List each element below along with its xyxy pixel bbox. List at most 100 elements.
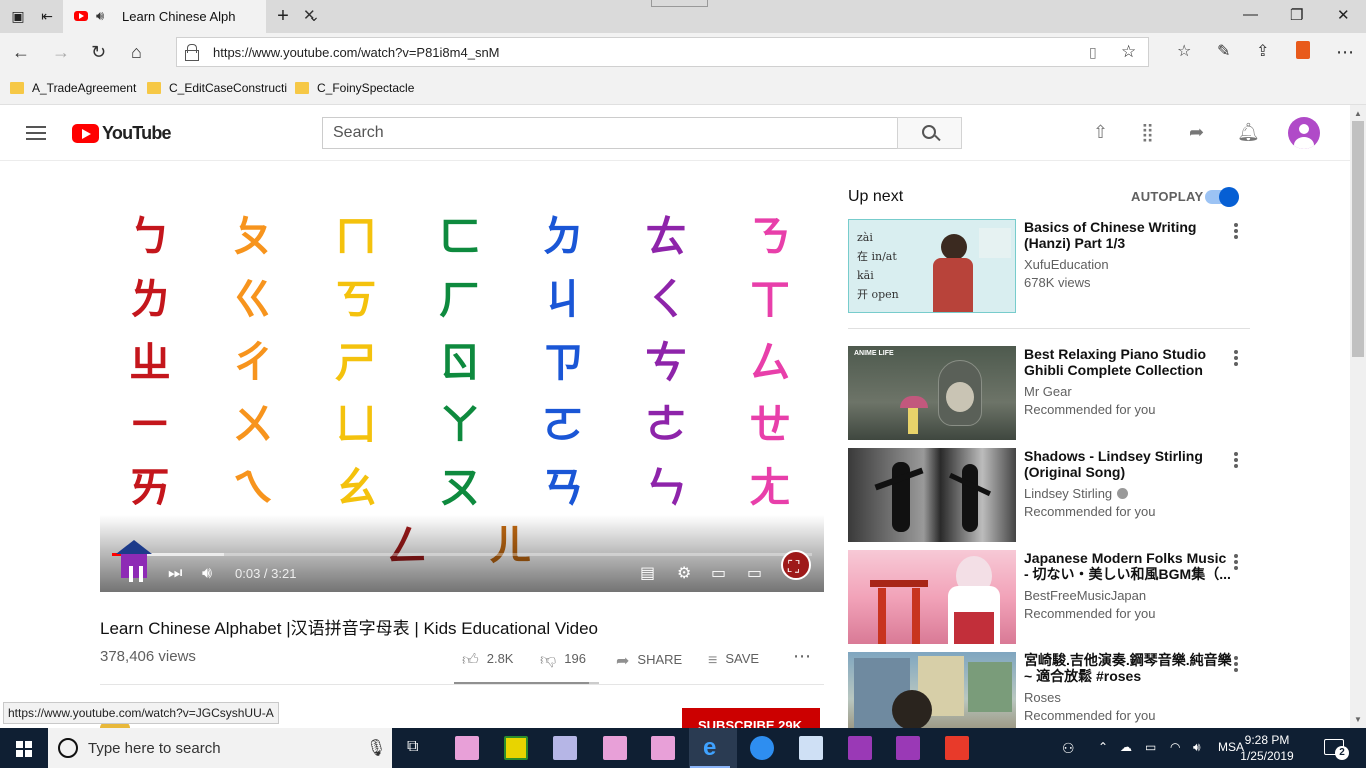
- action-center-icon[interactable]: 2: [1324, 739, 1349, 760]
- home-icon[interactable]: ⌂: [131, 42, 142, 62]
- office-extension-icon[interactable]: [1296, 41, 1310, 59]
- task-view-icon[interactable]: ⧉: [407, 738, 418, 756]
- guide-menu-icon[interactable]: [26, 126, 46, 140]
- speaker-icon[interactable]: 🔊︎: [96, 8, 104, 24]
- dislike-button[interactable]: 👎︎ 196: [540, 651, 586, 670]
- up-next-card[interactable]: ANIME LIFE Best Relaxing Piano Studio Gh…: [848, 346, 1250, 440]
- battery-icon[interactable]: ▭: [1145, 740, 1156, 754]
- app-launcher-icon[interactable]: [896, 736, 920, 760]
- card-title[interactable]: 宮崎駿.吉他演奏.鋼琴音樂.純音樂~ 適合放鬆 #roses: [1024, 652, 1232, 684]
- favorite-item[interactable]: A_TradeAgreement: [10, 81, 136, 95]
- page-scrollbar[interactable]: ▲ ▼: [1350, 105, 1366, 728]
- fullscreen-icon[interactable]: ⛶: [788, 559, 799, 577]
- microphone-icon[interactable]: 🎙︎: [366, 738, 386, 758]
- title-drag-handle[interactable]: [651, 0, 708, 7]
- video-thumbnail[interactable]: zài 在 in/at kāi 开 open: [848, 219, 1016, 313]
- people-icon[interactable]: ⚇: [1062, 740, 1075, 757]
- favorite-item[interactable]: C_FoinySpectacle: [295, 81, 414, 95]
- save-button[interactable]: ≡ SAVE: [708, 651, 759, 670]
- share-button[interactable]: ➦ SHARE: [616, 651, 682, 671]
- pause-icon[interactable]: [129, 566, 143, 582]
- favorite-item[interactable]: C_EditCaseConstructi: [147, 81, 287, 95]
- subscribe-button[interactable]: SUBSCRIBE 29K: [682, 708, 820, 728]
- card-menu-icon[interactable]: [1234, 452, 1238, 468]
- video-thumbnail[interactable]: [848, 448, 1016, 542]
- card-title[interactable]: Japanese Modern Folks Music - 切ない・美しい和風B…: [1024, 550, 1232, 582]
- share-icon[interactable]: ⇪: [1256, 42, 1269, 62]
- scroll-up-icon[interactable]: ▲: [1354, 109, 1362, 118]
- favorites-hub-icon[interactable]: ☆: [1177, 42, 1191, 62]
- card-menu-icon[interactable]: [1234, 656, 1238, 672]
- card-channel[interactable]: BestFreeMusicJapan: [1024, 588, 1146, 603]
- wifi-icon[interactable]: ◠: [1170, 740, 1180, 754]
- taskbar-search-input[interactable]: Type here to search 🎙︎: [48, 728, 392, 768]
- app-launcher-icon[interactable]: [504, 736, 528, 760]
- tab-aside-icon[interactable]: ⇤: [38, 7, 56, 25]
- app-launcher-icon[interactable]: [603, 736, 627, 760]
- app-launcher-icon[interactable]: [799, 736, 823, 760]
- card-channel[interactable]: Mr Gear: [1024, 384, 1072, 399]
- more-menu-icon[interactable]: ⋯: [1336, 42, 1354, 62]
- scroll-thumb[interactable]: [1352, 121, 1364, 357]
- card-channel[interactable]: XufuEducation: [1024, 257, 1109, 272]
- tab-dropdown-icon[interactable]: ⌄: [305, 7, 323, 25]
- onedrive-icon[interactable]: ☁︎: [1120, 740, 1132, 754]
- address-url[interactable]: https://www.youtube.com/watch?v=P81i8m4_…: [213, 45, 500, 60]
- card-channel[interactable]: Roses: [1024, 690, 1061, 705]
- avatar[interactable]: [1288, 117, 1320, 149]
- reading-view-icon[interactable]: ▯: [1089, 44, 1097, 61]
- card-menu-icon[interactable]: [1234, 554, 1238, 570]
- app-launcher-icon[interactable]: [553, 736, 577, 760]
- volume-tray-icon[interactable]: 🔊︎: [1193, 740, 1201, 755]
- subtitles-icon[interactable]: ▤: [640, 565, 655, 583]
- notifications-bell-icon[interactable]: 🔔︎: [1237, 122, 1260, 143]
- scroll-down-icon[interactable]: ▼: [1354, 715, 1362, 724]
- up-next-card[interactable]: zài 在 in/at kāi 开 open Basics of Chinese Wr…: [848, 219, 1250, 313]
- video-thumbnail[interactable]: ANIME LIFE: [848, 346, 1016, 440]
- app-launcher-icon[interactable]: [945, 736, 969, 760]
- search-input[interactable]: Search: [322, 117, 898, 149]
- refresh-icon[interactable]: ↻: [91, 42, 106, 62]
- video-player[interactable]: ㄅㄆㄇㄈㄉㄊㄋㄌㄍㄎㄏㄐㄑㄒㄓㄔㄕㄖㄗㄘㄙㄧㄨㄩㄚㄛㄜㄝㄞㄟㄠㄡㄢㄣㄤㄥㄦ ⏭︎…: [100, 185, 824, 592]
- app-launcher-icon[interactable]: [651, 736, 675, 760]
- edge-browser-icon[interactable]: e: [703, 734, 716, 762]
- tab-youtube[interactable]: 🔊︎ Learn Chinese Alph ✕: [63, 0, 316, 33]
- windows-start-icon[interactable]: [16, 741, 32, 757]
- messages-icon[interactable]: ➦: [1189, 122, 1204, 143]
- card-title[interactable]: Shadows - Lindsey Stirling (Original Son…: [1024, 448, 1232, 480]
- app-launcher-icon[interactable]: [455, 736, 479, 760]
- search-button[interactable]: [897, 117, 962, 149]
- card-title[interactable]: Basics of Chinese Writing (Hanzi) Part 1…: [1024, 219, 1232, 251]
- restore-icon[interactable]: ❐: [1290, 6, 1303, 24]
- volume-icon[interactable]: 🔊︎: [202, 565, 212, 583]
- forward-icon[interactable]: →: [52, 42, 70, 62]
- close-window-icon[interactable]: ✕: [1337, 6, 1350, 24]
- new-tab-icon[interactable]: +: [274, 6, 292, 26]
- card-channel[interactable]: Lindsey Stirling: [1024, 486, 1129, 501]
- autoplay-toggle[interactable]: [1205, 187, 1239, 207]
- app-launcher-icon[interactable]: [848, 736, 872, 760]
- next-icon[interactable]: ⏭︎: [168, 565, 182, 583]
- cortana-icon[interactable]: [58, 738, 78, 758]
- video-thumbnail[interactable]: [848, 550, 1016, 644]
- miniplayer-icon[interactable]: ▭: [711, 565, 726, 583]
- theater-mode-icon[interactable]: ▭: [747, 565, 762, 583]
- tab-manager-icon[interactable]: ▣: [9, 7, 27, 25]
- notes-pen-icon[interactable]: ✎: [1217, 42, 1230, 62]
- card-title[interactable]: Best Relaxing Piano Studio Ghibli Comple…: [1024, 346, 1232, 378]
- minimize-icon[interactable]: —: [1243, 6, 1258, 23]
- back-icon[interactable]: ←: [12, 42, 30, 62]
- more-actions-icon[interactable]: ⋯: [793, 646, 811, 667]
- favorite-star-icon[interactable]: ☆: [1121, 42, 1136, 62]
- like-button[interactable]: 👍︎ 2.8K: [462, 651, 513, 670]
- apps-grid-icon[interactable]: ⣿: [1141, 122, 1154, 143]
- taskbar-clock[interactable]: 9:28 PM 1/25/2019: [1238, 732, 1296, 764]
- card-menu-icon[interactable]: [1234, 350, 1238, 366]
- upload-icon[interactable]: ⇧: [1093, 122, 1108, 143]
- tray-chevron-icon[interactable]: ⌃: [1098, 740, 1108, 754]
- app-launcher-icon[interactable]: [750, 736, 774, 760]
- up-next-card[interactable]: Shadows - Lindsey Stirling (Original Son…: [848, 448, 1250, 542]
- up-next-card[interactable]: Japanese Modern Folks Music - 切ない・美しい和風B…: [848, 550, 1250, 644]
- address-bar[interactable]: https://www.youtube.com/watch?v=P81i8m4_…: [176, 37, 1149, 67]
- settings-gear-icon[interactable]: ⚙︎: [677, 565, 691, 583]
